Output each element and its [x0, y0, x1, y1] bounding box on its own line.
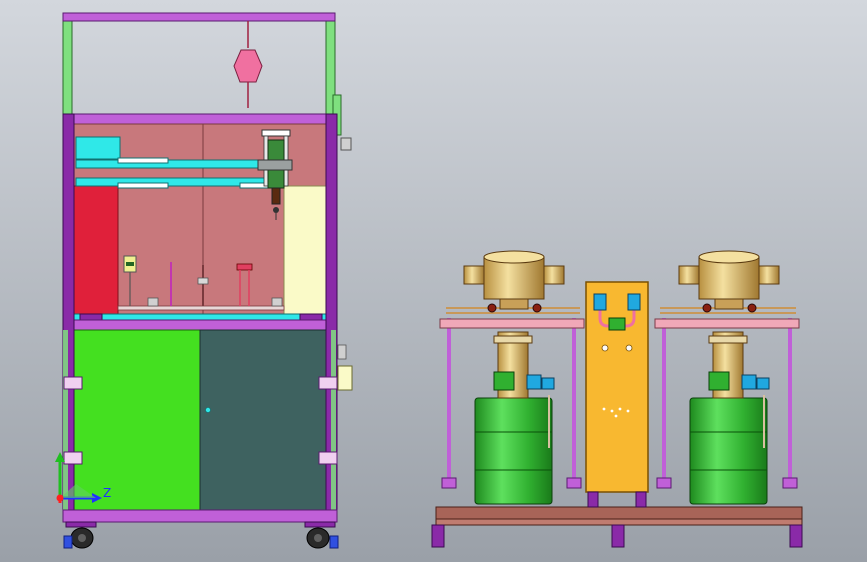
- side-knob: [340, 137, 352, 151]
- linear-actuator-body: [75, 136, 121, 160]
- frame-mid-beam-lower: [62, 319, 336, 331]
- cabinet-dot-3: [618, 407, 622, 411]
- frame-bottom-beam: [62, 509, 338, 523]
- station-right-crossbar: [654, 318, 800, 329]
- station-right-pump-plate: [708, 335, 748, 344]
- station-right-fitting-2: [747, 303, 757, 313]
- cabinet-dot-2: [610, 409, 614, 413]
- station-left-fitting-1: [487, 303, 497, 313]
- axis-origin: [56, 494, 64, 502]
- station-right-tank-neck: [714, 298, 744, 310]
- station-left-tank-nozzle-r: [543, 265, 565, 285]
- station-right-post-foot-1: [656, 477, 672, 489]
- cabinet-hole-2: [625, 344, 633, 352]
- linear-rail-upper: [75, 159, 267, 169]
- center-control-cabinet: [585, 281, 649, 493]
- station-left-fitting-2: [532, 303, 542, 313]
- station-right-tank-nozzle-l: [678, 265, 700, 285]
- cabinet-valve-right: [627, 293, 641, 311]
- station-left-post-foot-1: [441, 477, 457, 489]
- hinge-right-bottom: [318, 451, 338, 465]
- cabinet-dot-1: [602, 407, 606, 411]
- cabinet-hole-1: [601, 344, 609, 352]
- upper-left-red-panel: [73, 185, 119, 317]
- cabinet-valve-left: [593, 293, 607, 311]
- frame-top-beam: [62, 12, 336, 22]
- caster-brake-left: [63, 535, 73, 549]
- rail-cylinder-2: [117, 182, 169, 189]
- frame-post-right-lower-green: [331, 330, 336, 510]
- spindle-tip: [273, 207, 279, 213]
- cabinet-dot-5: [614, 414, 618, 418]
- station-left-pump-valve: [493, 371, 515, 391]
- fixture-frame: [236, 263, 253, 271]
- base-platform-lower: [435, 518, 803, 526]
- station-left-tank-neck: [499, 298, 529, 310]
- cabinet-foot-right: [635, 491, 647, 508]
- station-left-tank-nozzle-l: [463, 265, 485, 285]
- spindle-clamp: [257, 159, 293, 171]
- station-left-pump-valve-blue: [526, 374, 542, 390]
- station-right-pump-valve-blue-2: [756, 377, 770, 390]
- hinge-right-top: [318, 376, 338, 390]
- fixture-block-1: [147, 297, 159, 307]
- work-table-bar: [117, 305, 285, 311]
- side-electric-box: [337, 365, 353, 391]
- base-leg-1: [431, 524, 445, 548]
- frame-post-left-lower-green: [63, 330, 68, 510]
- linear-rail-lower: [75, 177, 267, 187]
- spindle-top-plate: [261, 129, 291, 137]
- station-right-tank-lid: [698, 250, 760, 264]
- station-right-pump-valve-blue: [741, 374, 757, 390]
- station-left-pump-valve-blue-2: [541, 377, 555, 390]
- caster-wheel-left-hub: [78, 534, 86, 542]
- station-right-tank-nozzle-r: [758, 265, 780, 285]
- caster-brake-right: [329, 535, 339, 549]
- cabinet-door-right: [199, 329, 327, 511]
- spindle-nozzle: [271, 187, 281, 205]
- station-right-fitting-1: [702, 303, 712, 313]
- base-leg-2: [611, 524, 625, 548]
- station-left-tank-lid: [483, 250, 545, 264]
- cabinet-valve-center: [608, 317, 626, 331]
- caster-plate-left: [65, 521, 97, 528]
- cabinet-door-left: [73, 329, 201, 511]
- hinge-left-top: [63, 376, 83, 390]
- station-left-drum: [474, 397, 553, 505]
- frame-table-beam: [62, 313, 336, 321]
- rail-cylinder-1: [117, 157, 169, 164]
- base-platform-top: [435, 506, 803, 520]
- caster-wheel-right-hub: [314, 534, 322, 542]
- cad-viewport[interactable]: Z: [0, 0, 867, 562]
- station-left-post-foot-2: [566, 477, 582, 489]
- hinge-left-bottom: [63, 451, 83, 465]
- axis-z-label: Z: [103, 486, 111, 500]
- assembly-drawing: Z: [0, 0, 867, 562]
- fixture-collar: [197, 277, 209, 285]
- side-switch: [337, 344, 347, 360]
- station-left-crossbar: [439, 318, 585, 329]
- cabinet-dot-4: [626, 409, 630, 413]
- fixture-block-2: [271, 297, 283, 307]
- cabinet-foot-left: [587, 491, 599, 508]
- upper-right-cream-panel: [283, 185, 327, 317]
- station-left-pump-plate: [493, 335, 533, 344]
- station-right-post-foot-2: [782, 477, 798, 489]
- fixture-bottle-cap: [126, 262, 134, 266]
- station-right-drum: [689, 397, 768, 505]
- caster-plate-right: [304, 521, 336, 528]
- station-right-pump-valve: [708, 371, 730, 391]
- frame-mid-beam-upper: [62, 113, 336, 125]
- frame-post-left-upper: [62, 12, 73, 117]
- base-leg-3: [789, 524, 803, 548]
- cabinet-door-knob: [205, 407, 211, 413]
